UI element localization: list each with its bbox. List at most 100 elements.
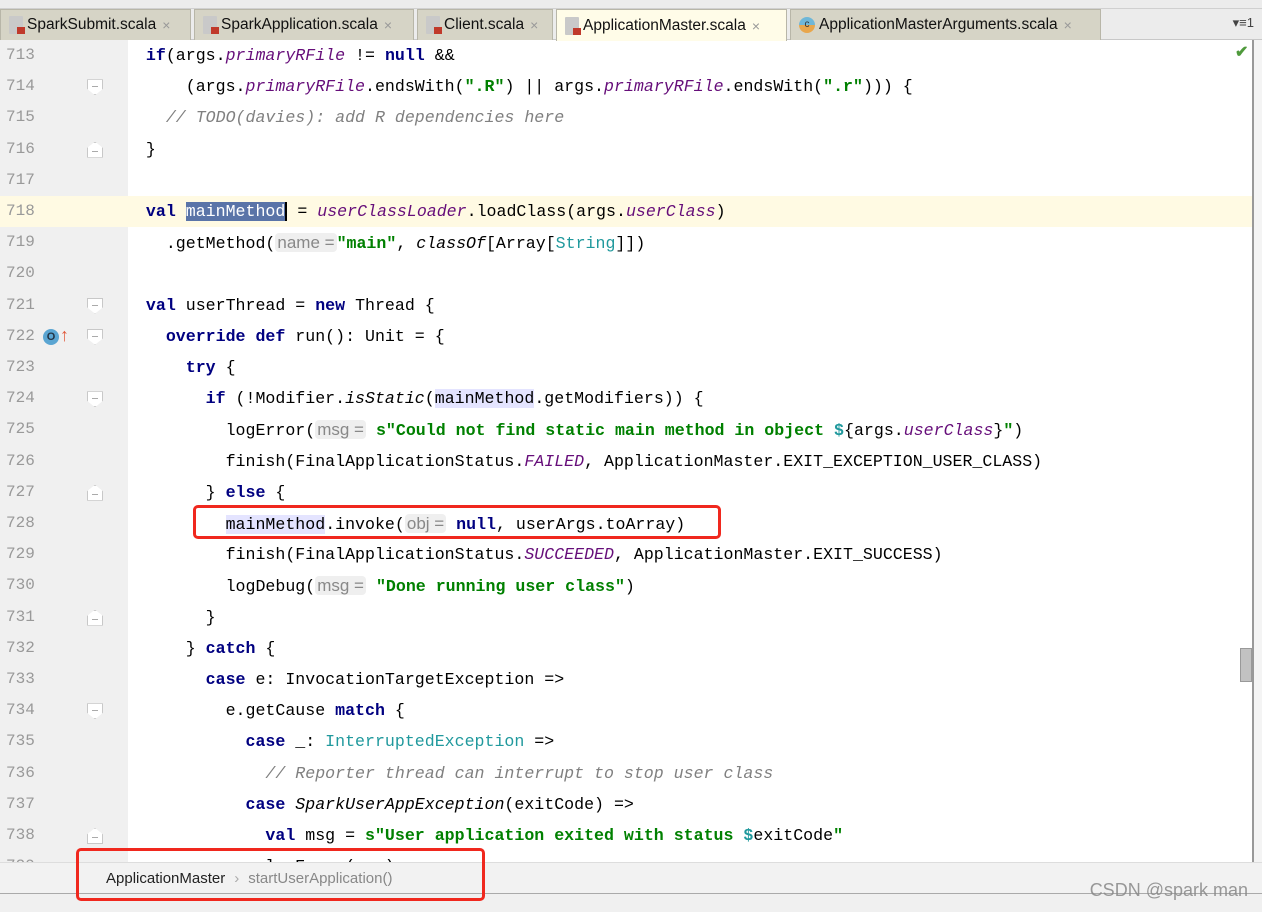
line-number[interactable]: 732	[6, 633, 35, 664]
code-line[interactable]: 721 val userThread = new Thread {	[0, 290, 1252, 321]
line-number[interactable]: 737	[6, 789, 35, 820]
code-line[interactable]: 731 }	[0, 602, 1252, 633]
line-number[interactable]: 717	[6, 165, 35, 196]
close-icon[interactable]: ×	[752, 18, 760, 34]
code-text: case _: InterruptedException =>	[126, 726, 555, 757]
line-number[interactable]: 733	[6, 664, 35, 695]
code-line[interactable]: 733 case e: InvocationTargetException =>	[0, 664, 1252, 695]
line-number[interactable]: 728	[6, 508, 35, 539]
line-number[interactable]: 713	[6, 40, 35, 71]
code-line[interactable]: 737 case SparkUserAppException(exitCode)…	[0, 789, 1252, 820]
code-text: val mainMethod = userClassLoader.loadCla…	[126, 196, 726, 227]
code-line[interactable]: 734 e.getCause match {	[0, 695, 1252, 726]
vertical-scrollbar[interactable]	[1252, 40, 1262, 862]
fold-icon[interactable]	[87, 703, 103, 720]
code-line[interactable]: 719 .getMethod(name = "main", classOf[Arr…	[0, 227, 1252, 258]
tab-sparkapplication[interactable]: SparkApplication.scala ×	[194, 9, 414, 40]
code-line[interactable]: 714 (args.primaryRFile.endsWith(".R") ||…	[0, 71, 1252, 102]
go-to-super-arrow-icon[interactable]: ↑	[60, 325, 69, 346]
editor-tabs: SparkSubmit.scala × SparkApplication.scal…	[0, 9, 1262, 41]
code-token: (	[424, 389, 435, 409]
close-icon[interactable]: ×	[1064, 17, 1072, 33]
code-line[interactable]: 726 finish(FinalApplicationStatus.FAILED…	[0, 446, 1252, 477]
line-number[interactable]: 730	[6, 570, 35, 601]
line-number[interactable]: 723	[6, 352, 35, 383]
code-line[interactable]: 732 } catch {	[0, 633, 1252, 664]
code-line[interactable]: 735 case _: InterruptedException =>	[0, 726, 1252, 757]
inspection-ok-icon[interactable]: ✔	[1235, 42, 1248, 62]
line-number[interactable]: 724	[6, 383, 35, 414]
code-text: (args.primaryRFile.endsWith(".R") || arg…	[126, 71, 913, 102]
override-method-icon[interactable]: O	[43, 328, 59, 345]
scrollbar-thumb[interactable]	[1240, 648, 1252, 682]
line-number[interactable]: 731	[6, 602, 35, 633]
line-number[interactable]: 720	[6, 258, 35, 289]
line-number[interactable]: 716	[6, 134, 35, 165]
code-token: userThread =	[185, 295, 316, 315]
code-token: InterruptedException	[325, 732, 525, 752]
code-token: e.getCause	[126, 701, 336, 721]
line-number[interactable]: 727	[6, 477, 35, 508]
code-line[interactable]: 724 if (!Modifier.isStatic(mainMethod.ge…	[0, 383, 1252, 414]
fold-icon[interactable]	[87, 609, 103, 626]
tab-applicationmaster[interactable]: ApplicationMaster.scala ×	[556, 9, 787, 41]
code-line[interactable]: 729 finish(FinalApplicationStatus.SUCCEE…	[0, 539, 1252, 570]
line-number[interactable]: 725	[6, 414, 35, 445]
code-text: }	[126, 602, 216, 633]
code-line[interactable]: 725 logError(msg = s"Could not find stat…	[0, 414, 1252, 445]
code-token: finish(FinalApplicationStatus.	[126, 451, 525, 471]
line-number[interactable]: 738	[6, 820, 35, 851]
fold-icon[interactable]	[87, 484, 103, 501]
fold-icon[interactable]	[87, 79, 103, 96]
line-number[interactable]: 729	[6, 539, 35, 570]
code-token: )))	[862, 77, 893, 97]
toolbar-strip	[0, 0, 1262, 9]
code-line[interactable]: 718 val mainMethod = userClassLoader.loa…	[0, 196, 1252, 228]
code-token: $	[743, 826, 754, 845]
line-number[interactable]: 726	[6, 446, 35, 477]
tab-list-menu-button[interactable]: ▾≡1	[1233, 15, 1254, 31]
code-token: msg =	[305, 826, 366, 845]
fold-icon[interactable]	[87, 828, 103, 844]
code-line[interactable]: 720	[0, 258, 1252, 289]
line-number[interactable]: 714	[6, 71, 35, 102]
line-number[interactable]: 715	[6, 102, 35, 133]
tab-sparksubmit[interactable]: SparkSubmit.scala ×	[0, 9, 191, 40]
fold-icon[interactable]	[87, 391, 103, 408]
line-number[interactable]: 718	[6, 196, 35, 227]
code-line[interactable]: 715 // TODO(davies): add R dependencies …	[0, 102, 1252, 133]
code-line[interactable]: 723 try {	[0, 352, 1252, 383]
line-number[interactable]: 721	[6, 290, 35, 321]
code-line[interactable]: 716 }	[0, 134, 1252, 165]
code-token: =	[287, 202, 318, 221]
code-line[interactable]: 727 } else {	[0, 477, 1252, 508]
code-line[interactable]: 717	[0, 165, 1252, 196]
code-line[interactable]: 738 val msg = s"User application exited …	[0, 820, 1252, 851]
line-number[interactable]: 734	[6, 695, 35, 726]
close-icon[interactable]: ×	[162, 17, 170, 33]
code-line[interactable]: 730 logDebug(msg = "Done running user cl…	[0, 570, 1252, 601]
line-number[interactable]: 736	[6, 758, 35, 789]
fold-icon[interactable]	[87, 297, 103, 314]
code-token: }	[126, 607, 216, 627]
code-token: {	[265, 638, 276, 658]
line-number[interactable]: 739	[6, 851, 35, 862]
code-line[interactable]: 722 O ↑ override def run(): Unit = {	[0, 321, 1252, 352]
code-editor[interactable]: 713 if(args.primaryRFile != null && 714 (…	[0, 40, 1252, 862]
close-icon[interactable]: ×	[530, 17, 538, 33]
code-line[interactable]: 736 // Reporter thread can interrupt to …	[0, 758, 1252, 789]
line-number[interactable]: 735	[6, 726, 35, 757]
code-token: primaryRFile	[245, 77, 366, 97]
fold-icon[interactable]	[87, 141, 103, 158]
code-token: String	[555, 234, 616, 254]
close-icon[interactable]: ×	[384, 17, 392, 33]
tab-client[interactable]: Client.scala ×	[417, 9, 553, 40]
fold-icon[interactable]	[87, 328, 103, 345]
line-number[interactable]: 719	[6, 227, 35, 258]
line-number[interactable]: 722	[6, 321, 35, 352]
code-token: override def	[165, 326, 296, 346]
code-line[interactable]: 713 if(args.primaryRFile != null &&	[0, 40, 1252, 71]
tab-applicationmasterarguments[interactable]: c ApplicationMasterArguments.scala ×	[790, 9, 1101, 40]
